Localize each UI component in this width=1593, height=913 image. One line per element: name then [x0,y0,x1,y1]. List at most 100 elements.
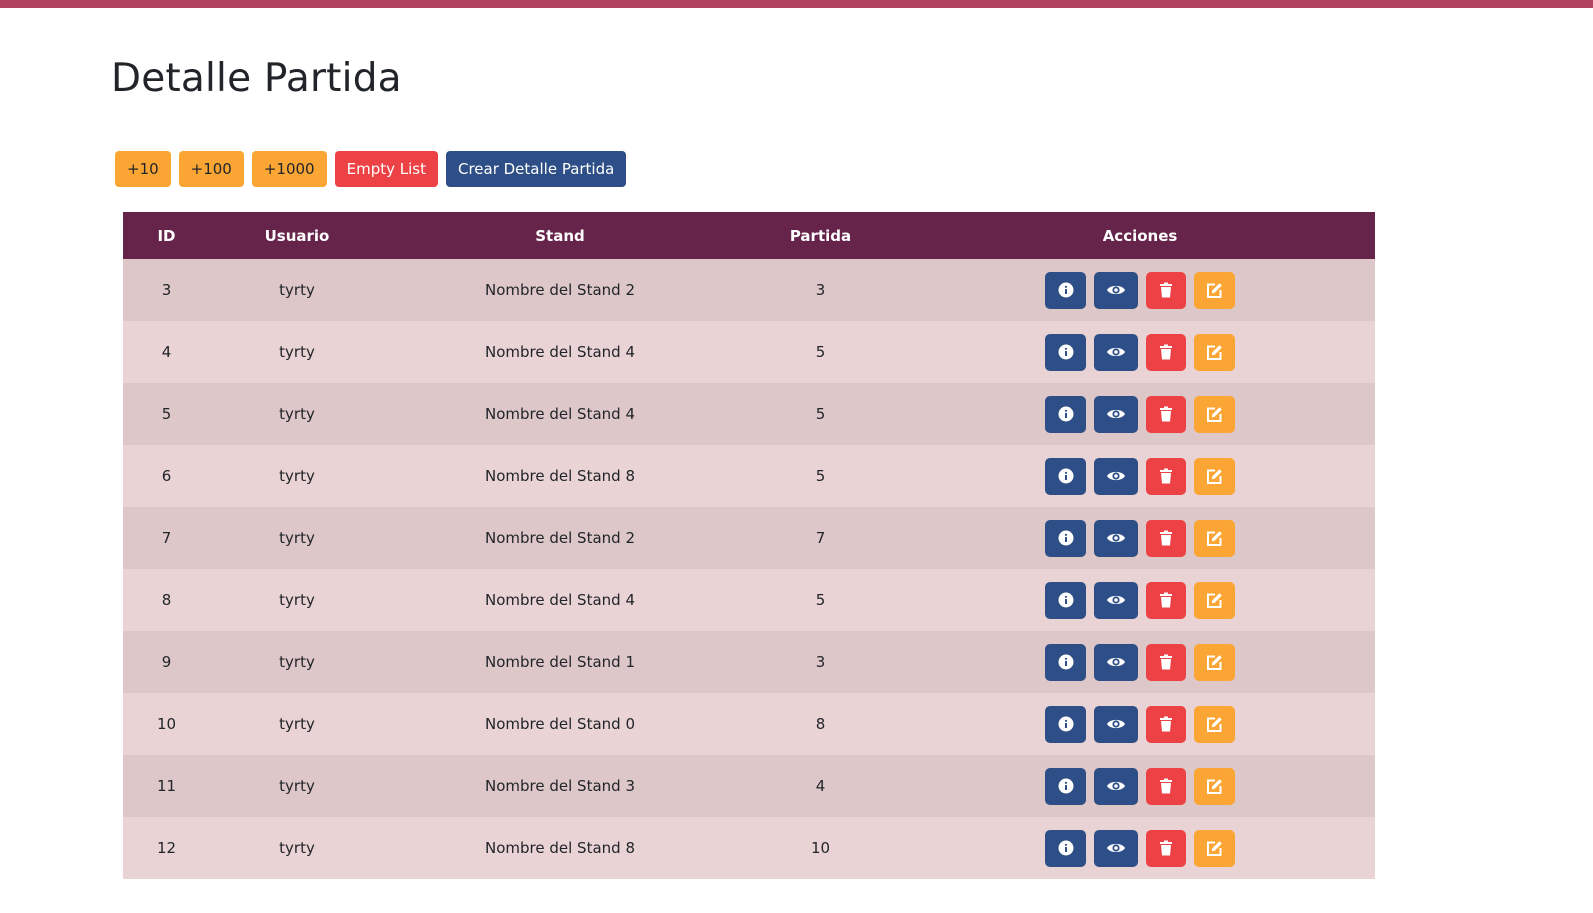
cell-id: 8 [161,591,172,609]
info-icon [1058,282,1074,298]
page-title: Detalle Partida [111,56,402,101]
eye-icon [1106,779,1126,793]
view-button[interactable] [1094,767,1138,805]
eye-icon [1106,407,1126,421]
cell-partida: 5 [815,343,826,361]
view-button[interactable] [1094,705,1138,743]
delete-button[interactable] [1146,829,1186,867]
table-row: 10 tyrty Nombre del Stand 0 8 [123,693,1375,755]
info-button[interactable] [1045,767,1086,805]
eye-icon [1106,593,1126,607]
row-actions [905,395,1375,433]
info-button[interactable] [1045,705,1086,743]
cell-stand: Nombre del Stand 1 [485,653,635,671]
view-button[interactable] [1094,271,1138,309]
info-button[interactable] [1045,457,1086,495]
view-button[interactable] [1094,333,1138,371]
view-button[interactable] [1094,643,1138,681]
delete-button[interactable] [1146,395,1186,433]
delete-button[interactable] [1146,767,1186,805]
edit-button[interactable] [1194,333,1235,371]
info-button[interactable] [1045,643,1086,681]
cell-id: 11 [156,777,177,795]
trash-icon [1159,840,1173,856]
cell-id: 5 [161,405,172,423]
add-1000-button[interactable]: +1000 [251,151,327,187]
column-header-acciones: Acciones [1102,226,1178,245]
trash-icon [1159,406,1173,422]
view-button[interactable] [1094,581,1138,619]
column-header-partida[interactable]: Partida [736,212,905,259]
edit-button[interactable] [1194,395,1235,433]
cell-partida: 4 [815,777,826,795]
info-icon [1058,468,1074,484]
delete-button[interactable] [1146,705,1186,743]
row-actions [905,457,1375,495]
cell-usuario: tyrty [279,343,315,361]
cell-usuario: tyrty [279,281,315,299]
view-button[interactable] [1094,457,1138,495]
cell-partida: 5 [815,467,826,485]
row-actions [905,581,1375,619]
cell-acciones [905,507,1375,569]
delete-button[interactable] [1146,333,1186,371]
cell-usuario: tyrty [279,467,315,485]
row-actions [905,643,1375,681]
edit-button[interactable] [1194,767,1235,805]
cell-id: 9 [161,653,172,671]
add-10-button[interactable]: +10 [115,151,171,187]
cell-acciones [905,817,1375,879]
empty-list-button[interactable]: Empty List [334,151,438,187]
info-icon [1058,778,1074,794]
row-actions [905,271,1375,309]
delete-button[interactable] [1146,581,1186,619]
toolbar: +10 +100 +1000 Empty List Crear Detalle … [115,151,627,187]
edit-button[interactable] [1194,519,1235,557]
table-header: ID Usuario Stand Partida Acciones [123,212,1375,259]
delete-button[interactable] [1146,519,1186,557]
trash-icon [1159,654,1173,670]
column-header-stand[interactable]: Stand [384,212,736,259]
info-button[interactable] [1045,519,1086,557]
table-row: 7 tyrty Nombre del Stand 2 7 [123,507,1375,569]
delete-button[interactable] [1146,271,1186,309]
delete-button[interactable] [1146,457,1186,495]
cell-usuario: tyrty [279,715,315,733]
row-actions [905,767,1375,805]
cell-stand: Nombre del Stand 4 [485,591,635,609]
detalle-partida-table-container: ID Usuario Stand Partida Acciones 3 tyrty… [123,212,1375,879]
info-button[interactable] [1045,395,1086,433]
info-button[interactable] [1045,271,1086,309]
column-header-usuario[interactable]: Usuario [210,212,384,259]
table-row: 4 tyrty Nombre del Stand 4 5 [123,321,1375,383]
column-header-id[interactable]: ID [123,212,210,259]
cell-id: 3 [161,281,172,299]
row-actions [905,829,1375,867]
info-button[interactable] [1045,333,1086,371]
row-actions [905,705,1375,743]
eye-icon [1106,283,1126,297]
delete-button[interactable] [1146,643,1186,681]
cell-acciones [905,755,1375,817]
cell-usuario: tyrty [279,591,315,609]
view-button[interactable] [1094,829,1138,867]
info-icon [1058,592,1074,608]
trash-icon [1159,530,1173,546]
view-button[interactable] [1094,395,1138,433]
add-100-button[interactable]: +100 [178,151,244,187]
edit-button[interactable] [1194,705,1235,743]
info-button[interactable] [1045,829,1086,867]
info-icon [1058,406,1074,422]
edit-button[interactable] [1194,271,1235,309]
info-button[interactable] [1045,581,1086,619]
edit-icon [1206,282,1223,299]
create-detalle-partida-button[interactable]: Crear Detalle Partida [445,151,627,187]
edit-icon [1206,406,1223,423]
view-button[interactable] [1094,519,1138,557]
edit-button[interactable] [1194,643,1235,681]
edit-button[interactable] [1194,829,1235,867]
edit-icon [1206,344,1223,361]
edit-button[interactable] [1194,581,1235,619]
edit-button[interactable] [1194,457,1235,495]
edit-icon [1206,592,1223,609]
